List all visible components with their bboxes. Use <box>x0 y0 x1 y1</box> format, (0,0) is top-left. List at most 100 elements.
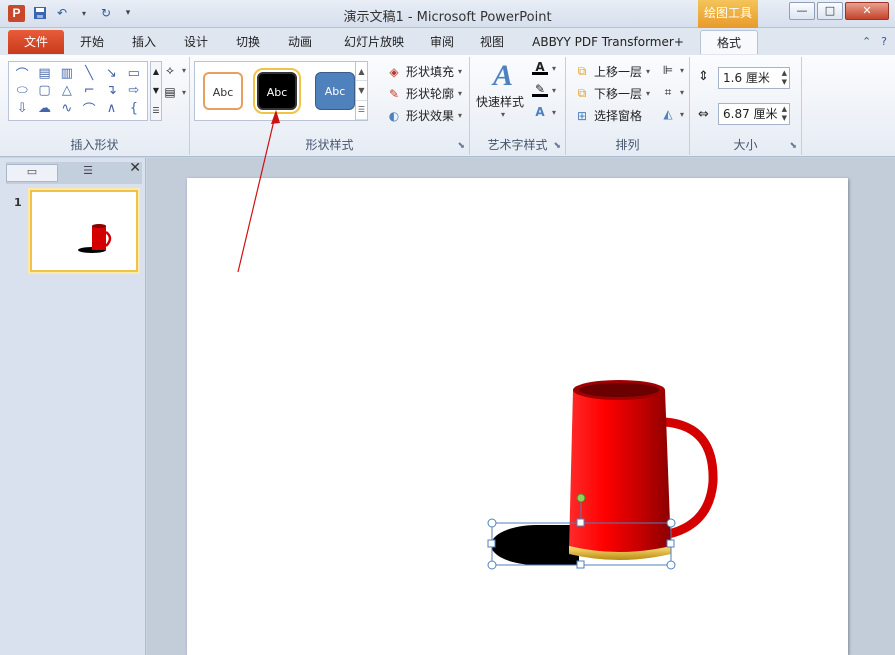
shape-effects-button[interactable]: ◐ 形状效果 ▾ <box>386 107 462 124</box>
tab-outline-icon[interactable]: ☰ <box>62 164 114 182</box>
align-icon: ⊫ <box>662 63 674 77</box>
textbox-shape-icon[interactable]: ▤ <box>33 64 55 83</box>
quick-styles-button[interactable]: A 快速样式 ▾ <box>476 59 526 119</box>
height-spinner[interactable]: ▲ ▼ <box>782 69 787 87</box>
textbox-icon: ▤ <box>164 85 176 99</box>
width-spinner[interactable]: ▲ ▼ <box>782 105 787 123</box>
selection-pane-button[interactable]: ⊞ 选择窗格 <box>574 107 642 124</box>
elbow-connector-shape-icon[interactable]: ⌐ <box>78 83 100 98</box>
text-fill-button[interactable]: A ▾ <box>532 60 556 75</box>
handle-top-center <box>576 518 585 527</box>
slide-thumbnail[interactable] <box>30 190 138 272</box>
shape-styles-launcher-icon[interactable]: ⬊ <box>457 141 465 151</box>
selection-pane-icon: ⊞ <box>576 108 588 123</box>
arc-shape-icon[interactable]: ⌒ <box>11 64 33 83</box>
rotation-handle <box>576 493 586 503</box>
text-outline-button[interactable]: ✎ ▾ <box>532 82 556 97</box>
tab-slides-icon[interactable]: ▭ <box>6 164 58 182</box>
tab-insert[interactable]: 插入 <box>122 30 166 54</box>
size-launcher-icon[interactable]: ⬊ <box>789 141 797 151</box>
slide-canvas <box>147 158 895 655</box>
edit-shape-button[interactable]: ⟡ ▾ <box>162 63 186 77</box>
shape-width-icon: ⇔ <box>698 107 709 122</box>
text-fill-icon: A <box>532 60 548 75</box>
shape-width-input[interactable]: 6.87 厘米 ▲ ▼ <box>718 103 790 125</box>
mug-illustration <box>487 380 718 570</box>
group-wordart-styles: A 快速样式 ▾ A ▾ ✎ ▾ A ▾ 艺术字样式 ⬊ <box>470 57 566 155</box>
group-shape-styles: Abc Abc Abc ▲ ▼ ☰ ◈ 形状填充 ▾ ✎ 形状轮廓 ▾ ◐ 形状效果 ▾ … <box>190 57 470 155</box>
group-icon: ⌗ <box>664 84 672 99</box>
elbow-arrow-shape-icon[interactable]: ↴ <box>100 83 122 98</box>
shape-outline-button[interactable]: ✎ 形状轮廓 ▾ <box>386 85 462 102</box>
rounded-rect-shape-icon[interactable]: ▢ <box>33 83 55 98</box>
tab-transitions[interactable]: 切换 <box>226 30 270 54</box>
triangle-shape-icon[interactable]: △ <box>56 83 78 98</box>
style-sample-orange-outline[interactable]: Abc <box>203 72 243 110</box>
oval-shape-icon[interactable]: ⬭ <box>11 83 33 98</box>
curve-connector-shape-icon[interactable]: ∿ <box>56 99 78 118</box>
window-controls: — □ ✕ <box>789 2 889 20</box>
text-effects-button[interactable]: A ▾ <box>532 105 556 119</box>
text-outline-icon: ✎ <box>532 82 548 97</box>
draw-textbox-button[interactable]: ▤ ▾ <box>162 85 186 99</box>
line-shape-icon[interactable]: ╲ <box>78 64 100 83</box>
tab-view[interactable]: 视图 <box>470 30 514 54</box>
tab-animations[interactable]: 动画 <box>278 30 322 54</box>
panel-tabs: ▭ ☰ <box>6 162 142 184</box>
handle-bottom-right <box>666 560 676 570</box>
tab-design[interactable]: 设计 <box>174 30 218 54</box>
group-objects-button[interactable]: ⌗ ▾ <box>660 85 684 99</box>
brace-shape-icon[interactable]: { <box>123 99 145 118</box>
style-sample-blue-fill[interactable]: Abc <box>315 72 355 110</box>
group-label-arrange: 排列 <box>615 138 640 152</box>
vertical-textbox-shape-icon[interactable]: ▥ <box>56 64 78 83</box>
slide-1[interactable] <box>187 178 848 655</box>
paint-bucket-icon: ◈ <box>389 64 399 79</box>
ribbon-right-controls: ⌃ ? <box>862 35 887 48</box>
tab-abbyy[interactable]: ABBYY PDF Transformer+ <box>526 30 690 54</box>
shape-height-icon: ⇕ <box>698 69 709 84</box>
tab-file[interactable]: 文件 <box>8 30 64 54</box>
arrow-line-shape-icon[interactable]: ↘ <box>100 64 122 83</box>
align-button[interactable]: ⊫ ▾ <box>660 63 684 77</box>
shape-height-input[interactable]: 1.6 厘米 ▲ ▼ <box>718 67 790 89</box>
wordart-launcher-icon[interactable]: ⬊ <box>553 141 561 151</box>
pen-outline-icon: ✎ <box>388 86 400 101</box>
maximize-button[interactable]: □ <box>817 2 843 20</box>
rotate-button[interactable]: ◭ ▾ <box>660 107 684 121</box>
minimize-button[interactable]: — <box>789 2 815 20</box>
minimize-ribbon-icon[interactable]: ⌃ <box>862 35 871 48</box>
ribbon-format: ⌒ ▤ ▥ ╲ ↘ ▭ ⬭ ▢ △ ⌐ ↴ ⇨ ⇩ ☁ ∿ ⌒ ∧ { ▲ ▼ ☰ … <box>0 55 895 157</box>
help-icon[interactable]: ? <box>881 35 887 48</box>
rectangle-shape-icon[interactable]: ▭ <box>123 64 145 83</box>
handle-middle-right <box>666 539 675 548</box>
style-gallery-scroll[interactable]: ▲ ▼ ☰ <box>355 62 367 120</box>
shape-fill-button[interactable]: ◈ 形状填充 ▾ <box>386 63 462 80</box>
close-button[interactable]: ✕ <box>845 2 889 20</box>
curve-shape-icon[interactable]: ⌒ <box>78 99 100 118</box>
wave-shape-icon[interactable]: ∧ <box>100 99 122 118</box>
shapes-gallery[interactable]: ⌒ ▤ ▥ ╲ ↘ ▭ ⬭ ▢ △ ⌐ ↴ ⇨ ⇩ ☁ ∿ ⌒ ∧ { <box>8 61 148 121</box>
group-label-shape-styles: 形状样式 <box>305 138 354 152</box>
freeform-shape-icon[interactable]: ☁ <box>33 99 55 118</box>
shapes-gallery-scroll[interactable]: ▲ ▼ ☰ <box>150 61 162 121</box>
tab-slideshow[interactable]: 幻灯片放映 <box>334 30 414 54</box>
group-label-size: 大小 <box>733 138 758 152</box>
group-arrange: ⧉ 上移一层 ▾ ⧉ 下移一层 ▾ ⊞ 选择窗格 ⊫ ▾ ⌗ ▾ ◭ ▾ 排列 <box>566 57 690 155</box>
down-arrow-shape-icon[interactable]: ⇩ <box>11 99 33 118</box>
window-title: 演示文稿1 - Microsoft PowerPoint <box>343 10 552 25</box>
right-arrow-shape-icon[interactable]: ⇨ <box>123 83 145 98</box>
style-sample-black-fill[interactable]: Abc <box>253 68 301 114</box>
rotate-icon: ◭ <box>663 107 673 121</box>
send-backward-button[interactable]: ⧉ 下移一层 ▾ <box>574 85 650 102</box>
bring-forward-button[interactable]: ⧉ 上移一层 ▾ <box>574 63 650 80</box>
wordart-a-icon: A <box>492 59 513 92</box>
slides-panel: ▭ ☰ ✕ 1 <box>0 158 146 655</box>
thumbnail-mug-image <box>78 224 112 253</box>
handle-top-left <box>487 518 497 528</box>
tab-format[interactable]: 格式 <box>700 30 758 54</box>
group-label-wordart: 艺术字样式 <box>487 138 548 152</box>
tab-review[interactable]: 审阅 <box>420 30 464 54</box>
close-panel-icon[interactable]: ✕ <box>129 160 141 176</box>
tab-home[interactable]: 开始 <box>70 30 114 54</box>
